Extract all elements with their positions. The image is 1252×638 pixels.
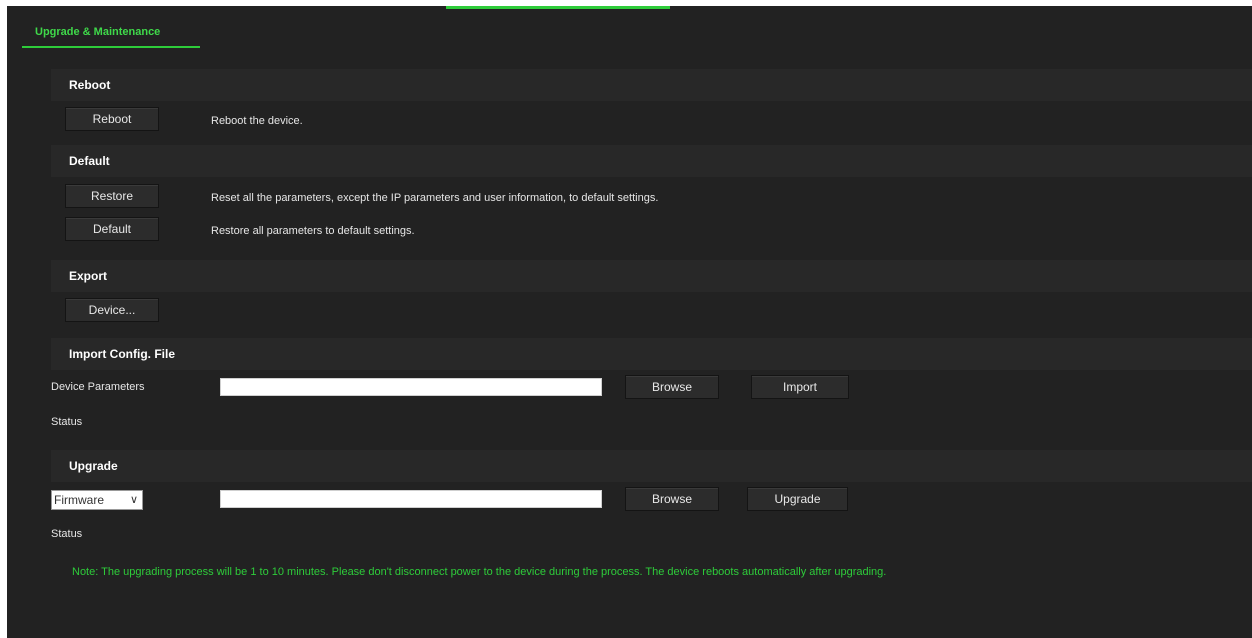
chevron-down-icon: ∨ — [129, 494, 138, 506]
restore-button[interactable]: Restore — [65, 184, 159, 208]
section-default-header: Default — [51, 145, 1252, 177]
restore-description: Reset all the parameters, except the IP … — [211, 192, 659, 204]
section-upgrade-header: Upgrade — [51, 450, 1252, 482]
device-parameters-label: Device Parameters — [51, 381, 145, 393]
upgrade-status-label: Status — [51, 528, 83, 540]
default-description: Restore all parameters to default settin… — [211, 225, 415, 237]
export-device-button[interactable]: Device... — [65, 298, 159, 322]
upgrade-button[interactable]: Upgrade — [747, 487, 848, 511]
upgrade-browse-button[interactable]: Browse — [625, 487, 719, 511]
section-export-header: Export — [51, 260, 1252, 292]
import-file-input[interactable] — [220, 378, 602, 396]
upgrade-file-input[interactable] — [220, 490, 602, 508]
section-reboot-header: Reboot — [51, 69, 1252, 101]
tab-upgrade-maintenance[interactable]: Upgrade & Maintenance — [22, 24, 200, 48]
import-status-label: Status — [51, 416, 83, 428]
upgrade-type-select[interactable]: Firmware ∨ — [51, 490, 143, 510]
import-browse-button[interactable]: Browse — [625, 375, 719, 399]
upgrade-type-value: Firmware — [54, 493, 104, 507]
default-button[interactable]: Default — [65, 217, 159, 241]
nav-active-indicator — [446, 6, 670, 9]
maintenance-panel: Upgrade & Maintenance Reboot Reboot Rebo… — [7, 6, 1252, 638]
import-button[interactable]: Import — [751, 375, 849, 399]
reboot-description: Reboot the device. — [211, 115, 303, 127]
reboot-button[interactable]: Reboot — [65, 107, 159, 131]
section-import-header: Import Config. File — [51, 338, 1252, 370]
upgrade-note: Note: The upgrading process will be 1 to… — [72, 566, 887, 578]
